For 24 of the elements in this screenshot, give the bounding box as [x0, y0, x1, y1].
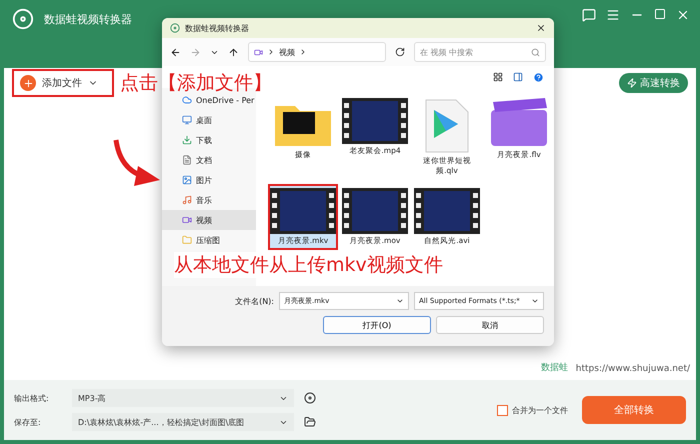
sidebar-item[interactable]: 文档 — [162, 150, 256, 170]
open-button[interactable]: 打开(O) — [323, 316, 431, 334]
format-dropdown[interactable]: MP3-高 — [72, 389, 294, 407]
save-path-dropdown[interactable]: D:\袁林炫\袁林炫-产...，轻松搞定\封面图\底图 — [72, 413, 294, 431]
sidebar-item[interactable]: 音乐 — [162, 190, 256, 210]
brand-name: 数据蛙 — [540, 362, 568, 374]
search-field[interactable]: 在 视频 中搜索 — [414, 42, 546, 62]
sidebar-item[interactable]: 压缩图 — [162, 230, 256, 250]
dialog-title: 数据蛙视频转换器 — [185, 22, 250, 34]
sidebar-item[interactable]: 桌面 — [162, 110, 256, 130]
format-label: 输出格式: — [14, 392, 50, 404]
filename-label: 文件名(N): — [235, 296, 274, 306]
cancel-button[interactable]: 取消 — [436, 316, 544, 334]
sidebar-item[interactable]: 图片 — [162, 170, 256, 190]
add-file-button[interactable]: 添加文件 — [12, 69, 114, 97]
sidebar-item[interactable]: 下载 — [162, 130, 256, 150]
address-bar[interactable]: 视频 — [248, 42, 386, 62]
window-title: 数据蛙视频转换器 — [44, 12, 133, 27]
fast-convert-button[interactable]: 高速转换 — [619, 73, 688, 93]
save-label: 保存至: — [14, 416, 42, 428]
annotation-text: 从本地文件从上传mkv视频文件 — [174, 252, 443, 278]
website-url: https://www.shujuwa.net/ — [576, 364, 690, 374]
merge-label: 合并为一个文件 — [512, 404, 568, 416]
sidebar-item[interactable]: 视频 — [162, 210, 256, 230]
